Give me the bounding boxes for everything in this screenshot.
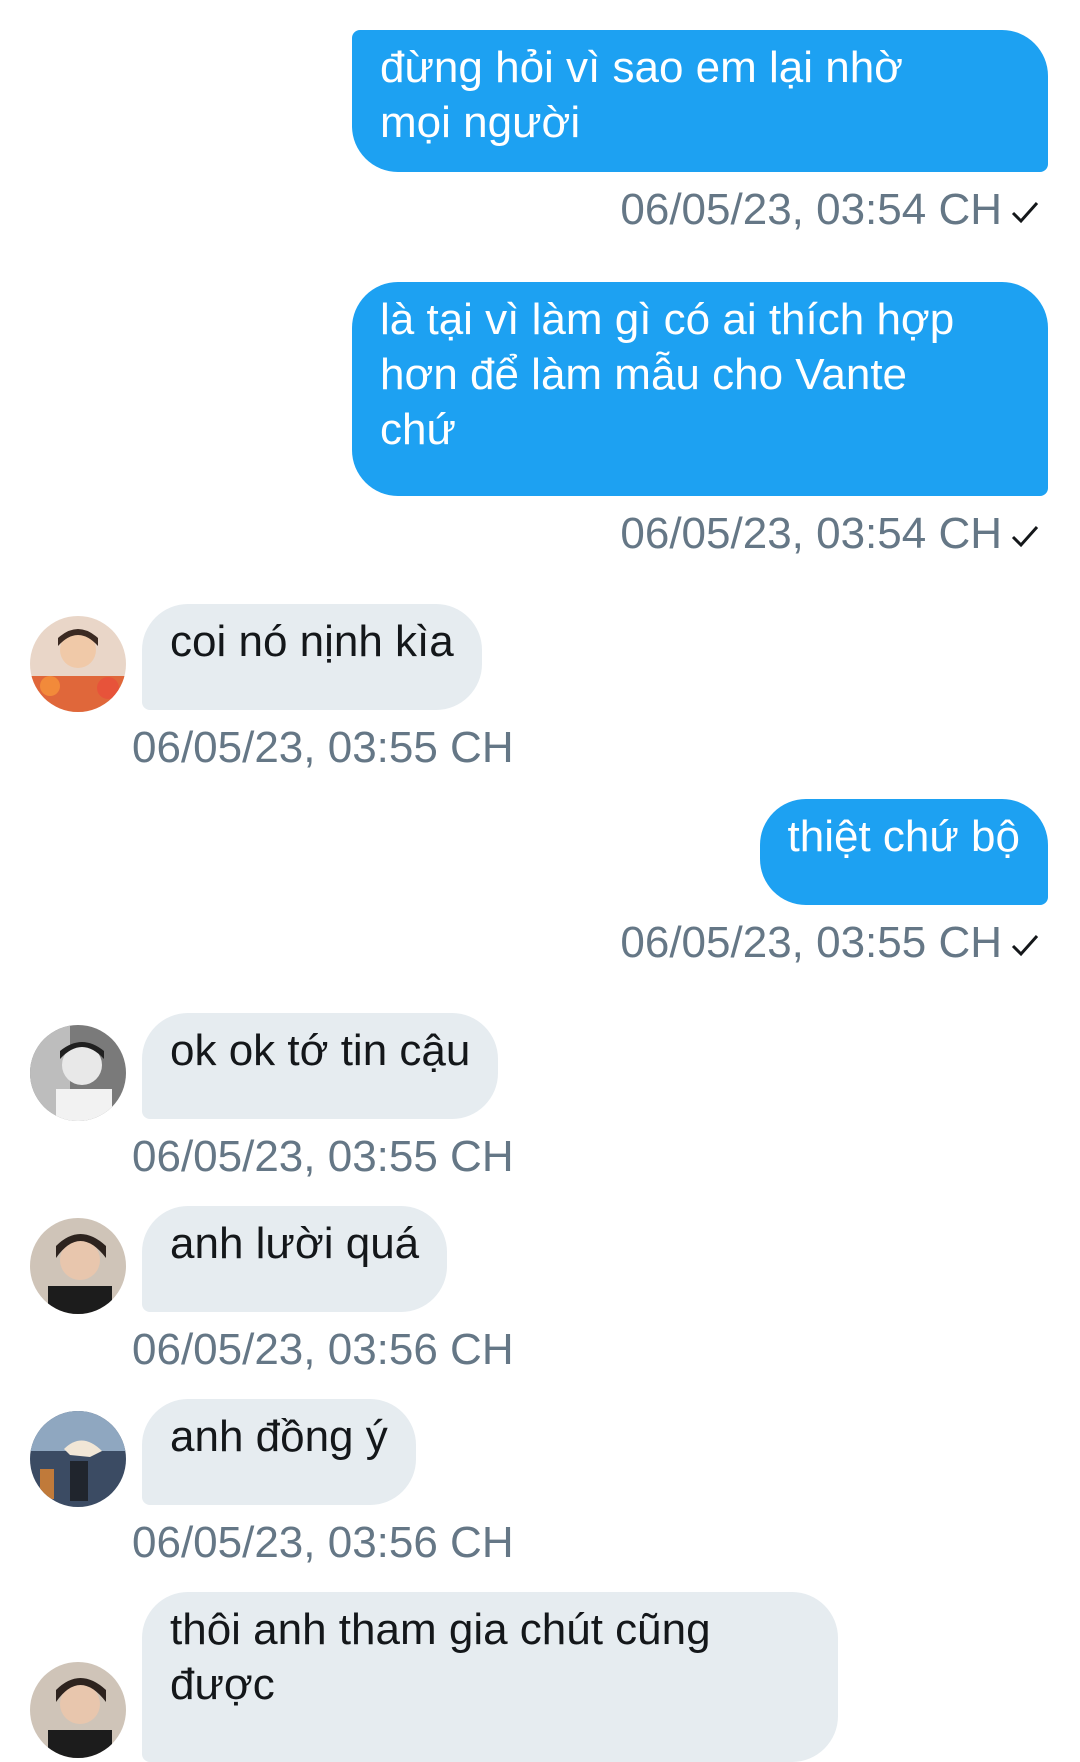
incoming-message-bubble[interactable]: ok ok tớ tin cậu [142, 1013, 499, 1119]
incoming-message-bubble[interactable]: thôi anh tham gia chút cũng được [142, 1592, 838, 1762]
check-icon [1011, 202, 1039, 224]
incoming-message-bubble[interactable]: anh đồng ý [142, 1399, 416, 1505]
user-avatar[interactable] [30, 616, 126, 712]
message-timestamp: 06/05/23, 03:56 CH [132, 1518, 514, 1567]
message-timestamp: 06/05/23, 03:54 CH [620, 185, 1002, 234]
outgoing-message-bubble[interactable]: đừng hỏi vì sao em lại nhờ mọi người [352, 30, 1048, 172]
user-avatar[interactable] [30, 1411, 126, 1507]
message-timestamp: 06/05/23, 03:55 CH [620, 918, 1002, 967]
outgoing-message-bubble[interactable]: thiệt chứ bộ [759, 799, 1048, 905]
message-timestamp: 06/05/23, 03:55 CH [132, 723, 514, 772]
user-avatar[interactable] [30, 1218, 126, 1314]
check-icon [1011, 526, 1039, 548]
incoming-message-bubble[interactable]: anh lười quá [142, 1206, 448, 1312]
message-timestamp: 06/05/23, 03:54 CH [620, 509, 1002, 558]
incoming-message-bubble[interactable]: coi nó nịnh kìa [142, 604, 482, 710]
user-avatar[interactable] [30, 1025, 126, 1121]
outgoing-message-bubble[interactable]: là tại vì làm gì có ai thích hợp hơn để … [352, 282, 1048, 496]
user-avatar[interactable] [30, 1662, 126, 1758]
message-timestamp: 06/05/23, 03:56 CH [132, 1325, 514, 1374]
message-timestamp: 06/05/23, 03:55 CH [132, 1132, 514, 1181]
check-icon [1011, 935, 1039, 957]
